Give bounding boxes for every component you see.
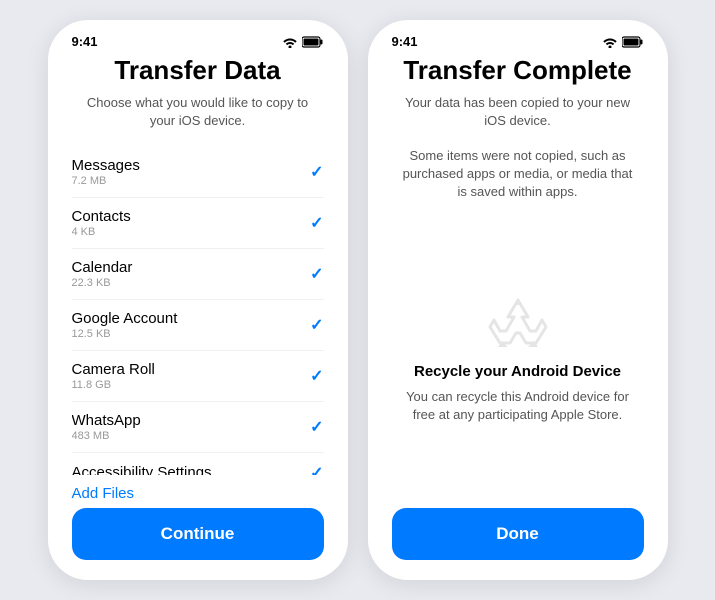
right-note: Some items were not copied, such as purc… [392, 147, 644, 202]
recycle-section: Recycle your Android Device You can recy… [392, 211, 644, 508]
item-size: 12.5 KB [72, 328, 178, 340]
item-info: Calendar 22.3 KB [72, 259, 133, 289]
check-icon: ✓ [310, 162, 323, 182]
phone-left-content: Transfer Data Choose what you would like… [48, 55, 348, 580]
item-info: Messages 7.2 MB [72, 157, 140, 187]
list-item[interactable]: Calendar 22.3 KB ✓ [72, 249, 324, 300]
left-subtitle: Choose what you would like to copy to yo… [72, 94, 324, 130]
item-size: 11.8 GB [72, 379, 155, 391]
battery-icon-right [622, 36, 644, 48]
right-title: Transfer Complete [392, 55, 644, 86]
list-item[interactable]: Google Account 12.5 KB ✓ [72, 300, 324, 351]
wifi-icon-right [602, 36, 618, 48]
item-size: 483 MB [72, 430, 141, 442]
check-icon: ✓ [310, 315, 323, 335]
item-name: Camera Roll [72, 361, 155, 378]
status-bar-left: 9:41 [48, 20, 348, 55]
item-name: Calendar [72, 259, 133, 276]
time-right: 9:41 [392, 34, 418, 49]
recycle-desc: You can recycle this Android device for … [392, 388, 644, 424]
check-icon: ✓ [310, 463, 323, 475]
recycle-icon [488, 295, 548, 355]
battery-icon-left [302, 36, 324, 48]
item-info: Contacts 4 KB [72, 208, 131, 238]
status-icons-right [602, 36, 644, 48]
item-name: Messages [72, 157, 140, 174]
right-subtitle: Your data has been copied to your new iO… [392, 94, 644, 130]
item-name: WhatsApp [72, 412, 141, 429]
phone-right: 9:41 Transfer Complete Your data has bee… [368, 20, 668, 580]
check-icon: ✓ [310, 213, 323, 233]
item-name: Contacts [72, 208, 131, 225]
recycle-title: Recycle your Android Device [414, 363, 621, 380]
item-name: Accessibility Settings [72, 464, 212, 475]
check-icon: ✓ [310, 366, 323, 386]
list-item[interactable]: Contacts 4 KB ✓ [72, 198, 324, 249]
check-icon: ✓ [310, 264, 323, 284]
phone-right-content: Transfer Complete Your data has been cop… [368, 55, 668, 580]
item-size: 4 KB [72, 226, 131, 238]
items-list: Messages 7.2 MB ✓ Contacts 4 KB ✓ Calend… [72, 147, 324, 475]
phones-container: 9:41 Transfer Data Choose what you would… [28, 0, 688, 600]
list-item[interactable]: WhatsApp 483 MB ✓ [72, 402, 324, 453]
item-size: 7.2 MB [72, 175, 140, 187]
status-bar-right: 9:41 [368, 20, 668, 55]
item-size: 22.3 KB [72, 277, 133, 289]
check-icon: ✓ [310, 417, 323, 437]
left-title: Transfer Data [72, 55, 324, 86]
list-item[interactable]: Accessibility Settings ✓ [72, 453, 324, 475]
status-icons-left [282, 36, 324, 48]
done-button[interactable]: Done [392, 508, 644, 560]
list-item[interactable]: Camera Roll 11.8 GB ✓ [72, 351, 324, 402]
continue-button[interactable]: Continue [72, 508, 324, 560]
time-left: 9:41 [72, 34, 98, 49]
item-info: Accessibility Settings [72, 464, 212, 475]
item-info: Google Account 12.5 KB [72, 310, 178, 340]
list-item[interactable]: Messages 7.2 MB ✓ [72, 147, 324, 198]
item-info: Camera Roll 11.8 GB [72, 361, 155, 391]
wifi-icon-left [282, 36, 298, 48]
item-name: Google Account [72, 310, 178, 327]
item-info: WhatsApp 483 MB [72, 412, 141, 442]
add-files-link[interactable]: Add Files [72, 485, 324, 502]
phone-left: 9:41 Transfer Data Choose what you would… [48, 20, 348, 580]
